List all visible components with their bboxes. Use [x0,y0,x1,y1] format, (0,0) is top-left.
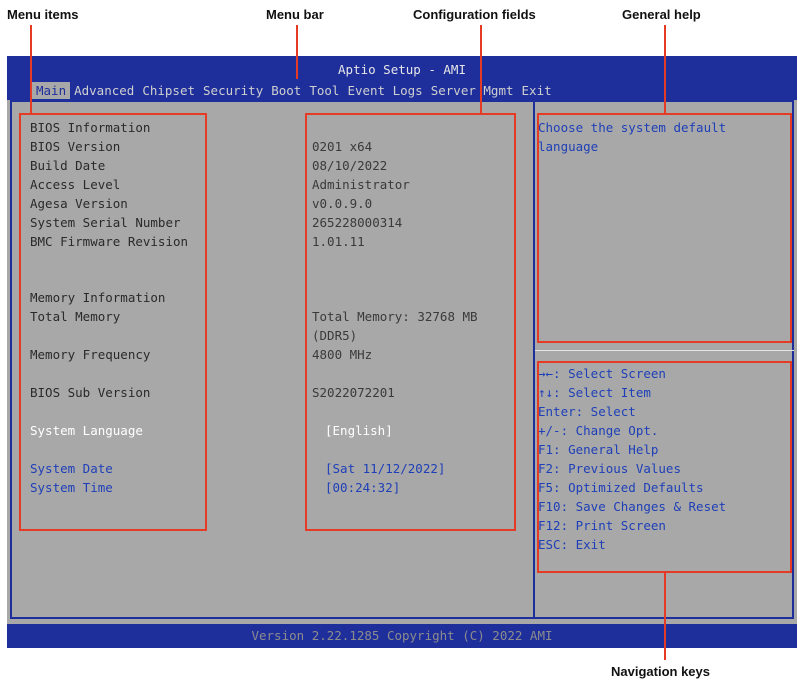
callout-navigation-keys: Navigation keys [611,664,710,679]
callout-menu-items: Menu items [7,7,79,22]
menu-boot[interactable]: Boot [267,82,305,99]
menu-event-logs[interactable]: Event Logs [343,82,426,99]
menu-main[interactable]: Main [32,82,71,99]
menu-bar: Main Advanced Chipset Security Boot Tool… [32,82,556,99]
configuration-fields-leader [480,25,482,113]
navigation-keys-leader [664,573,666,660]
menu-exit[interactable]: Exit [518,82,556,99]
panel-divider [533,100,535,619]
menu-advanced[interactable]: Advanced [70,82,138,99]
title-bar: Aptio Setup - AMI Main Advanced Chipset … [7,56,797,100]
general-help-leader [664,25,666,113]
menu-server-mgmt[interactable]: Server Mgmt [427,82,518,99]
configuration-fields-box [305,113,516,531]
callout-general-help: General help [622,7,701,22]
menu-chipset[interactable]: Chipset [138,82,199,99]
menu-tool[interactable]: Tool [305,82,343,99]
menu-bar-leader [296,25,298,79]
version-text: Version 2.22.1285 Copyright (C) 2022 AMI [251,628,553,643]
navigation-keys-box [537,361,792,573]
menu-items-leader [30,25,32,113]
menu-security[interactable]: Security [199,82,267,99]
status-footer: Version 2.22.1285 Copyright (C) 2022 AMI [7,624,797,648]
menu-items-box [19,113,207,531]
help-divider [535,350,794,351]
callout-configuration-fields: Configuration fields [413,7,536,22]
general-help-box [537,113,792,343]
app-title: Aptio Setup - AMI [338,62,466,77]
callout-menu-bar: Menu bar [266,7,324,22]
